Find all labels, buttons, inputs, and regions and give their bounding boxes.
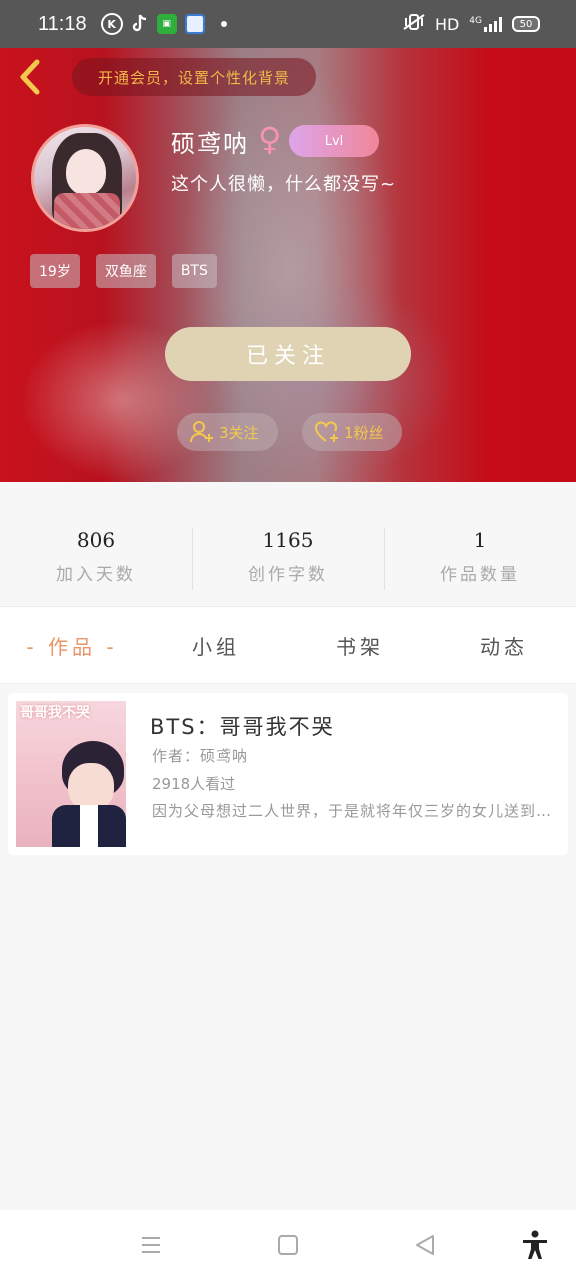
- stat-label: 创作字数: [248, 564, 328, 585]
- stat-works-count: 1 作品数量: [384, 506, 576, 606]
- heart-add-icon: [315, 421, 338, 442]
- profile-tags: 19岁 双鱼座 BTS: [30, 254, 217, 288]
- work-views: 2918人看过: [152, 775, 236, 793]
- work-author: 作者：硕鸢呐: [152, 747, 249, 765]
- level-badge: Lvl: [289, 125, 379, 157]
- stat-label: 加入天数: [56, 564, 136, 585]
- signal-icon: 4G: [469, 16, 502, 32]
- stat-value: 1: [473, 527, 487, 552]
- fans-button[interactable]: 1粉丝: [302, 413, 402, 451]
- stat-word-count: 1165 创作字数: [192, 506, 384, 606]
- tag-age: 19岁: [30, 254, 80, 288]
- tag-zodiac: 双鱼座: [95, 254, 156, 288]
- mute-vibrate-icon: [403, 13, 425, 35]
- follow-button[interactable]: 已关注: [165, 327, 411, 381]
- menu-button[interactable]: [136, 1230, 166, 1260]
- browser-icon: [184, 14, 205, 34]
- back-nav-button[interactable]: [410, 1230, 440, 1260]
- tiktok-icon: [131, 14, 149, 34]
- fans-count: 1粉丝: [344, 423, 384, 442]
- following-button[interactable]: 3关注: [177, 413, 278, 451]
- tab-groups[interactable]: 小组: [144, 631, 288, 660]
- status-time: 11:18: [38, 12, 87, 35]
- home-button[interactable]: [273, 1230, 303, 1260]
- k-app-icon: K: [100, 13, 123, 35]
- system-navbar: [0, 1210, 576, 1280]
- network-label: HD: [434, 14, 460, 34]
- stat-join-days: 806 加入天数: [0, 506, 192, 606]
- following-count: 3关注: [219, 423, 259, 442]
- vip-background-banner[interactable]: 开通会员，设置个性化背景: [72, 58, 316, 96]
- work-cover[interactable]: 哥哥我不哭: [16, 701, 126, 847]
- iqiyi-icon: ▣: [156, 14, 177, 34]
- accessibility-icon: [523, 1230, 547, 1259]
- accessibility-button[interactable]: [520, 1230, 550, 1260]
- stat-label: 作品数量: [440, 564, 520, 585]
- profile-stats: 806 加入天数 1165 创作字数 1 作品数量: [0, 506, 576, 606]
- stat-value: 1165: [262, 527, 314, 552]
- tab-works[interactable]: - 作品 -: [0, 631, 144, 660]
- status-bar: 11:18 K ▣ HD 4G 50: [0, 0, 576, 48]
- profile-tabs: - 作品 - 小组 书架 动态: [0, 606, 576, 684]
- triangle-back-icon: [416, 1235, 434, 1255]
- tag-interest: BTS: [171, 254, 217, 288]
- female-icon: ♀: [258, 120, 282, 158]
- work-card[interactable]: 哥哥我不哭 BTS：哥哥我不哭 作者：硕鸢呐 2918人看过 因为父母想过二人世…: [8, 693, 568, 855]
- username: 硕鸢呐: [171, 130, 249, 158]
- menu-icon: [142, 1237, 160, 1253]
- signal-label: 4G: [469, 16, 482, 26]
- work-title[interactable]: BTS：哥哥我不哭: [150, 711, 335, 741]
- tab-activity[interactable]: 动态: [432, 631, 576, 660]
- status-right: HD 4G 50: [403, 13, 540, 35]
- battery-icon: 50: [512, 16, 540, 32]
- work-description: 因为父母想过二人世界，于是就将年仅三岁的女儿送到了...: [152, 802, 552, 820]
- stat-value: 806: [76, 527, 116, 552]
- avatar[interactable]: [31, 124, 139, 232]
- user-bio: 这个人很懒，什么都没写~: [171, 174, 397, 195]
- tab-bookshelf[interactable]: 书架: [288, 631, 432, 660]
- cover-title: 哥哥我不哭: [20, 705, 90, 721]
- back-button[interactable]: [14, 57, 46, 97]
- notification-dot-icon: [220, 21, 227, 27]
- add-user-icon: [190, 421, 213, 443]
- home-square-icon: [278, 1235, 298, 1255]
- chevron-left-icon: [20, 59, 40, 95]
